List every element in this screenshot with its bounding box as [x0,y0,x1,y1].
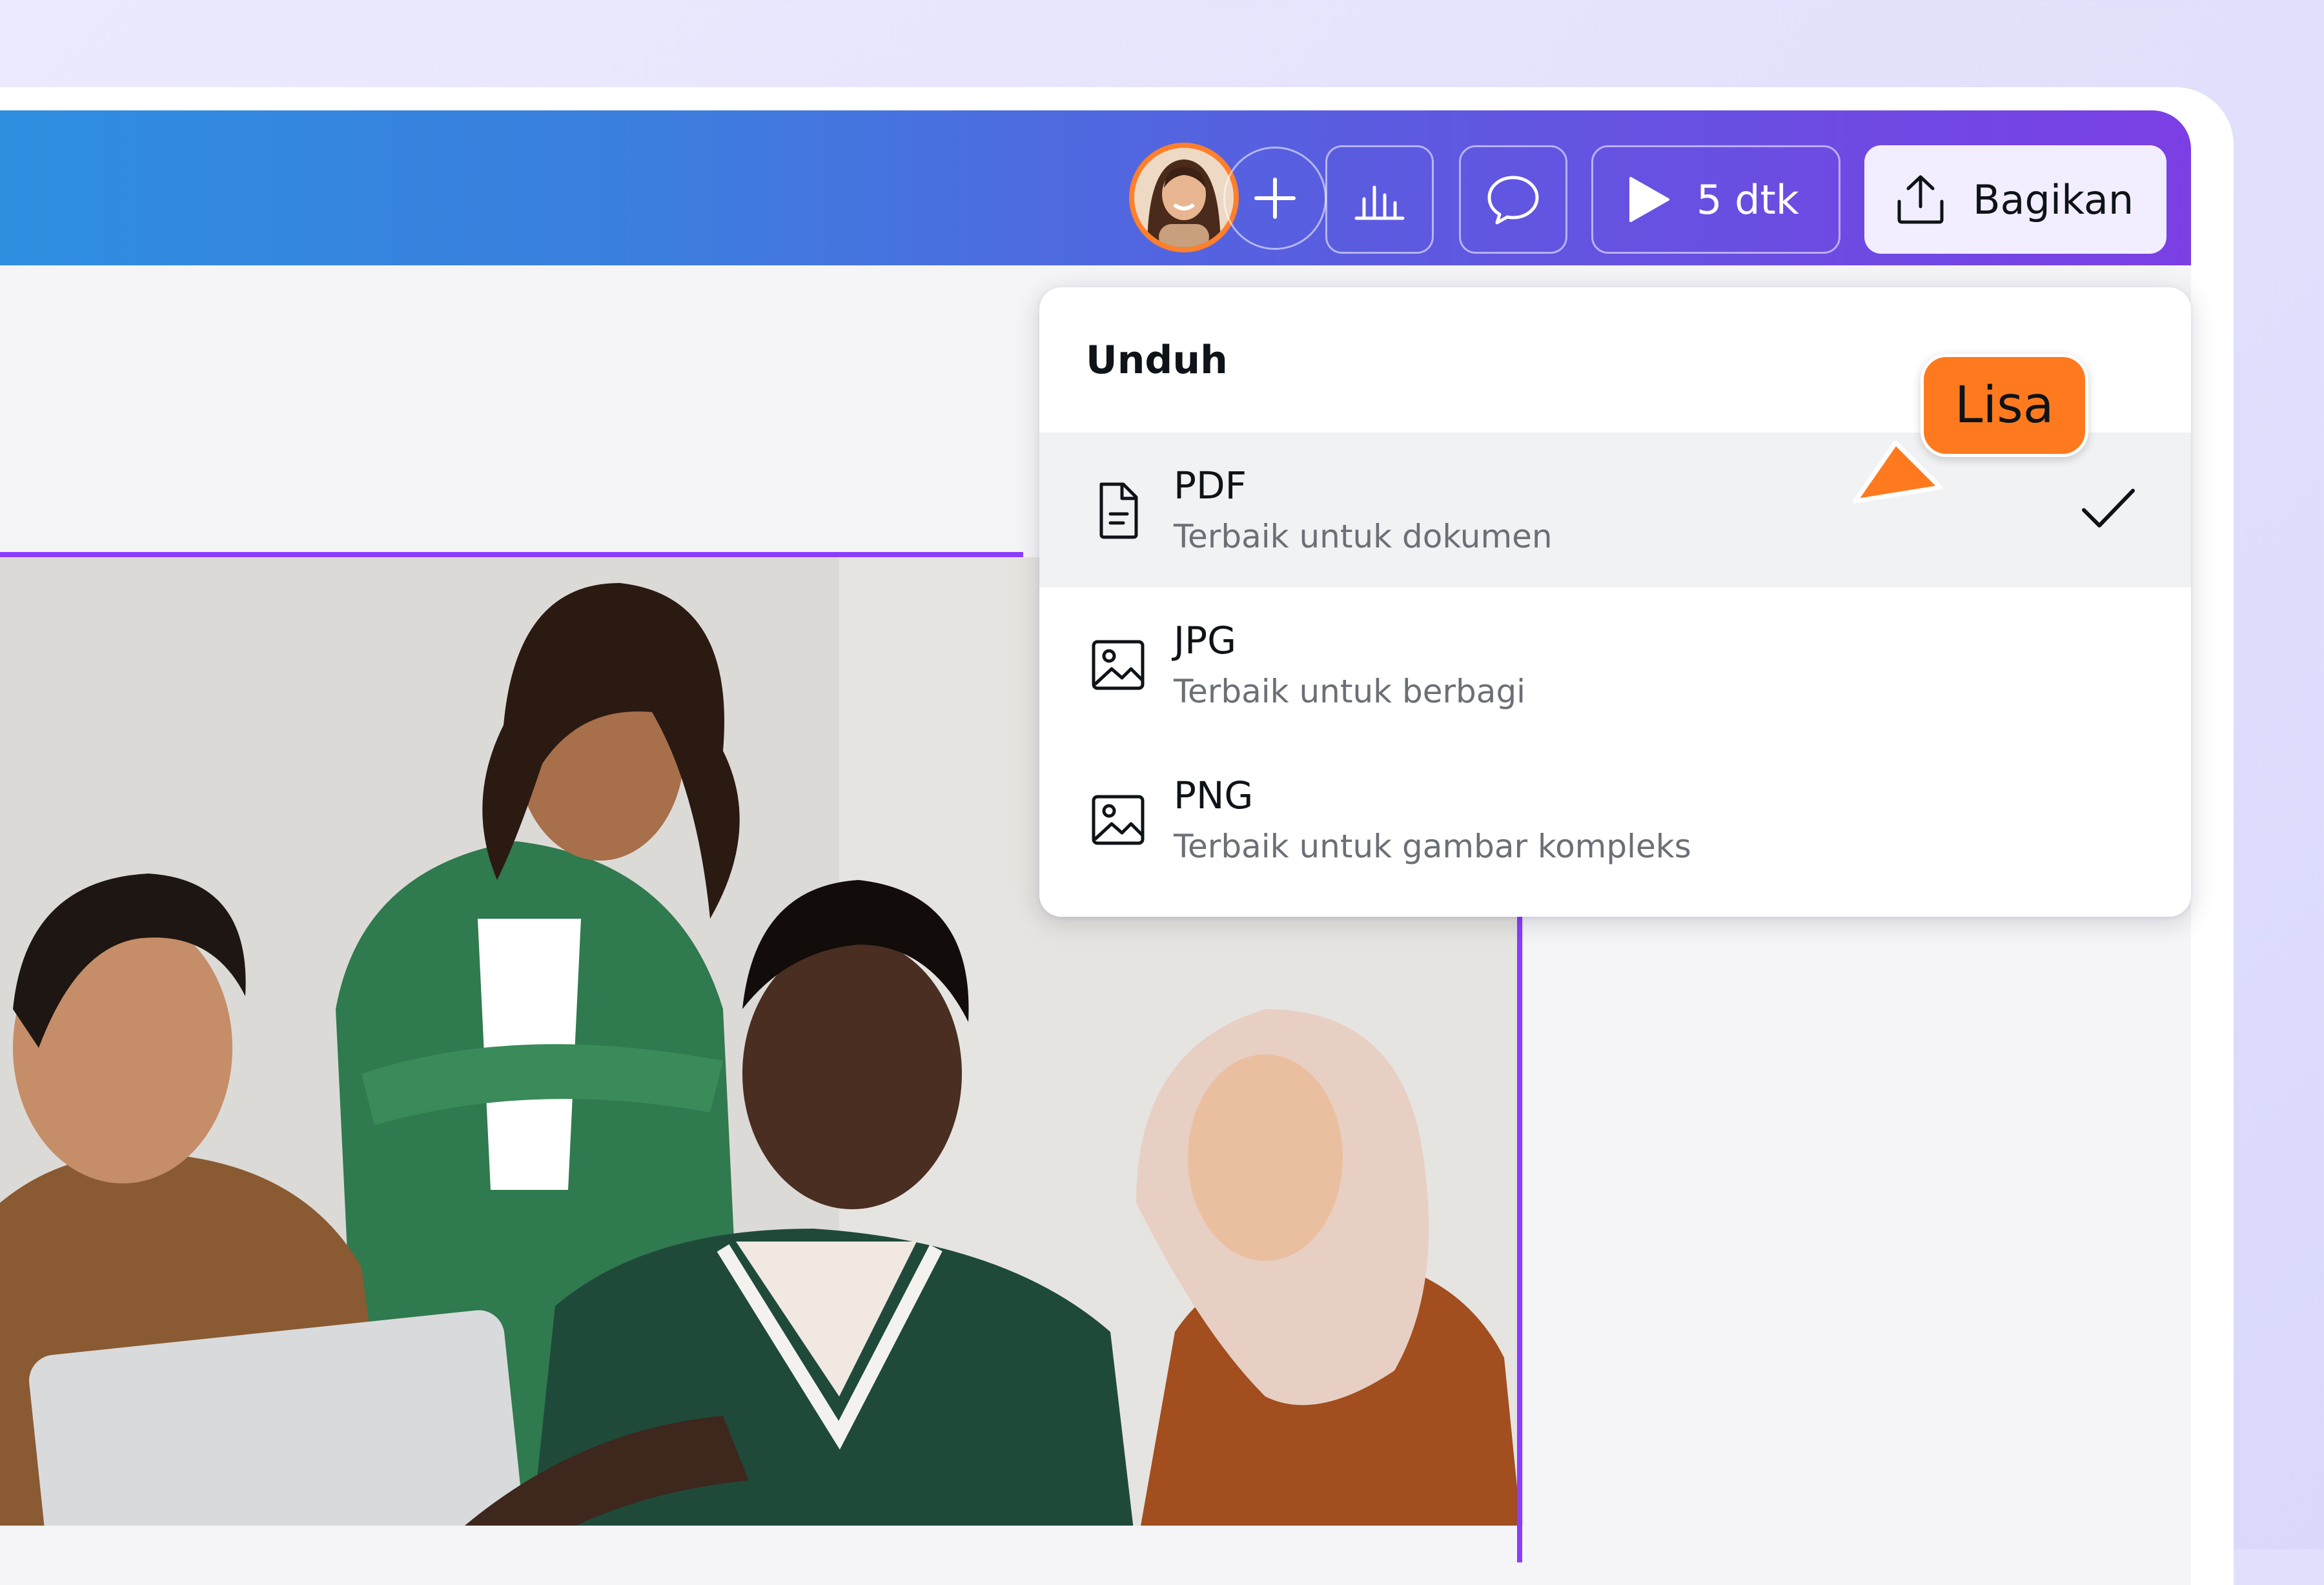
download-option-description: Terbaik untuk gambar kompleks [1174,828,1691,865]
checkmark-icon [2082,489,2135,527]
image-icon [1092,795,1145,845]
download-option-format: PDF [1174,464,1247,507]
top-toolbar: 5 dtk Bagikan [0,110,2191,265]
present-duration-label: 5 dtk [1697,176,1799,223]
share-button[interactable]: Bagikan [1864,145,2166,254]
collaborator-cursor-label: Lisa [1921,354,2088,457]
download-option-format: JPG [1174,619,1237,662]
collaborator-avatar[interactable] [1129,143,1239,252]
download-option-format: PNG [1174,773,1254,817]
download-option-description: Terbaik untuk dokumen [1174,518,1553,555]
document-icon [1099,482,1138,539]
play-icon [1629,177,1669,222]
selection-border-right [1517,917,1522,1562]
plus-icon [1254,178,1296,219]
upload-icon [1897,175,1944,224]
comment-button[interactable] [1459,145,1567,254]
comment-icon [1487,176,1539,225]
insights-button[interactable] [1325,145,1434,254]
bar-chart-icon [1354,185,1405,220]
download-menu-title: Unduh [1086,338,1228,383]
avatar-portrait [1134,148,1234,247]
image-icon [1092,640,1145,690]
share-label: Bagikan [1973,176,2134,223]
add-collaborator-button[interactable] [1223,147,1327,250]
download-option-jpg[interactable]: JPG Terbaik untuk berbagi [1039,588,2191,742]
selection-border-top [0,552,1023,557]
download-option-description: Terbaik untuk berbagi [1174,673,1526,710]
download-option-png[interactable]: PNG Terbaik untuk gambar kompleks [1039,742,2191,897]
present-button[interactable]: 5 dtk [1591,145,1840,254]
